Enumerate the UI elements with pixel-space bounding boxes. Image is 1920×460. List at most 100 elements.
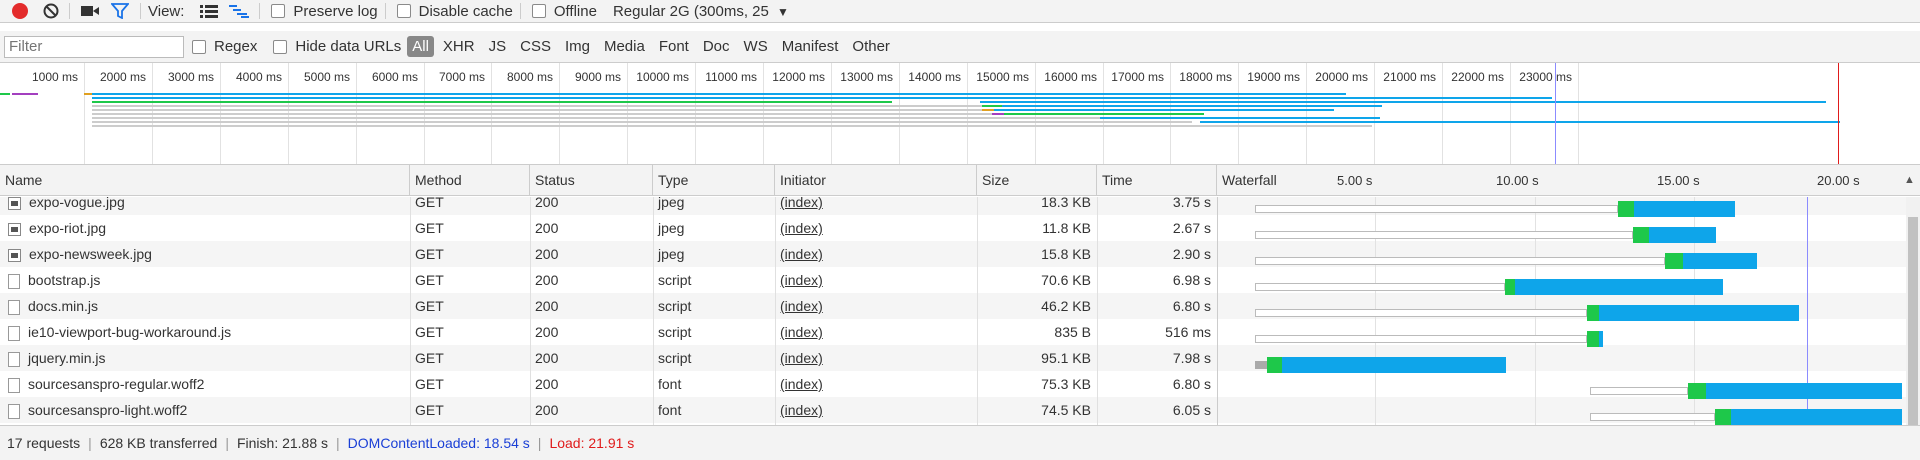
initiator-text[interactable]: (index) (780, 220, 823, 236)
table-row[interactable]: ie10-viewport-bug-workaround.js GET 200 scr… (0, 319, 1906, 345)
record-icon (12, 3, 28, 19)
type-filter-doc[interactable]: Doc (698, 36, 735, 57)
cell-time: 6.05 s (1097, 397, 1217, 423)
type-filter-ws[interactable]: WS (739, 36, 773, 57)
preserve-log-checkbox[interactable]: Preserve log (271, 3, 378, 20)
filter-toggle-button[interactable] (107, 0, 133, 22)
overview-tick-label: 13000 ms (840, 70, 893, 84)
sort-ascending-icon[interactable]: ▲ (1904, 165, 1915, 196)
transferred-size: 628 KB transferred (99, 435, 218, 451)
name-text: bootstrap.js (28, 272, 101, 288)
initiator-text[interactable]: (index) (780, 298, 823, 314)
toolbar-divider (69, 3, 70, 19)
overview-bar (994, 109, 1334, 111)
column-time[interactable]: Time (1097, 165, 1217, 196)
initiator-text[interactable]: (index) (780, 197, 823, 210)
overview-toggle-button[interactable] (226, 0, 252, 22)
initiator-text[interactable]: (index) (780, 272, 823, 288)
filter-input[interactable] (4, 35, 184, 58)
overview-tick-label: 18000 ms (1179, 70, 1232, 84)
capture-screenshots-button[interactable] (77, 0, 103, 22)
cell-type: script (653, 293, 775, 319)
overview-timeline[interactable]: 1000 ms 2000 ms 3000 ms 4000 ms 5000 ms 6000 … (0, 63, 1920, 165)
table-row[interactable]: jquery.min.js GET 200 script (index) 95.1 KB 7… (0, 345, 1906, 371)
scrollbar-thumb[interactable] (1908, 217, 1918, 425)
cell-name[interactable]: bootstrap.js (0, 267, 410, 293)
cell-name[interactable]: expo-riot.jpg (0, 215, 410, 241)
initiator-text[interactable]: (index) (780, 324, 823, 340)
overview-bar (1100, 117, 1380, 119)
waterfall-tick: 10.00 s (1496, 173, 1539, 188)
overview-tick-label: 9000 ms (574, 70, 621, 84)
offline-checkbox[interactable]: Offline (531, 3, 597, 20)
overview-bar (92, 105, 982, 107)
view-label: View: (148, 2, 185, 20)
type-filter-css[interactable]: CSS (515, 36, 556, 57)
checkbox-box[interactable] (531, 4, 546, 18)
overview-bar (84, 93, 92, 95)
cell-initiator[interactable]: (index) (775, 197, 977, 215)
waterfall-download-bar (1599, 331, 1603, 347)
column-method[interactable]: Method (410, 165, 530, 196)
checkbox-box[interactable] (271, 4, 286, 18)
method-text: GET (415, 350, 444, 366)
type-filter-all[interactable]: All (407, 36, 434, 57)
cell-initiator[interactable]: (index) (775, 319, 977, 345)
type-filter-xhr[interactable]: XHR (438, 36, 480, 57)
type-filter-media[interactable]: Media (599, 36, 650, 57)
overview-tick-label: 17000 ms (1111, 70, 1164, 84)
checkbox-box[interactable] (192, 39, 206, 54)
column-status[interactable]: Status (530, 165, 653, 196)
column-initiator[interactable]: Initiator (775, 165, 977, 196)
column-size[interactable]: Size (977, 165, 1097, 196)
column-waterfall[interactable]: Waterfall 5.00 s 10.00 s 15.00 s 20.00 s… (1217, 165, 1920, 196)
cell-name[interactable]: sourcesanspro-regular.woff2 (0, 371, 410, 397)
cell-name[interactable]: expo-vogue.jpg (0, 197, 410, 215)
disable-cache-checkbox[interactable]: Disable cache (396, 3, 513, 20)
file-icon (8, 299, 20, 315)
type-text: jpeg (658, 220, 685, 236)
regex-checkbox[interactable]: Regex (192, 38, 257, 55)
cell-initiator[interactable]: (index) (775, 371, 977, 397)
large-rows-button[interactable] (198, 0, 220, 22)
cell-name[interactable]: docs.min.js (0, 293, 410, 319)
column-name[interactable]: Name (0, 165, 410, 196)
initiator-text[interactable]: (index) (780, 246, 823, 262)
vertical-scrollbar[interactable] (1906, 197, 1920, 425)
cell-size: 95.1 KB (977, 345, 1097, 371)
initiator-text[interactable]: (index) (780, 350, 823, 366)
cell-initiator[interactable]: (index) (775, 241, 977, 267)
checkbox-box[interactable] (396, 4, 411, 18)
overview-tick-label: 1000 ms (31, 70, 78, 84)
type-filter-manifest[interactable]: Manifest (777, 36, 844, 57)
type-filter-font[interactable]: Font (654, 36, 694, 57)
overview-bar (980, 101, 1826, 103)
finish-time: Finish: 21.88 s (236, 435, 329, 451)
clear-button[interactable] (40, 0, 62, 22)
cell-name[interactable]: expo-newsweek.jpg (0, 241, 410, 267)
cell-name[interactable]: jquery.min.js (0, 345, 410, 371)
cell-initiator[interactable]: (index) (775, 293, 977, 319)
checkbox-box[interactable] (273, 39, 288, 54)
record-button[interactable] (0, 0, 40, 22)
cell-initiator[interactable]: (index) (775, 397, 977, 423)
column-type[interactable]: Type (653, 165, 775, 196)
initiator-text[interactable]: (index) (780, 376, 823, 392)
cell-initiator[interactable]: (index) (775, 267, 977, 293)
status-text: 200 (535, 272, 559, 288)
cell-time: 3.75 s (1097, 197, 1217, 215)
type-filter-other[interactable]: Other (847, 36, 895, 57)
initiator-text[interactable]: (index) (780, 402, 823, 418)
cell-initiator[interactable]: (index) (775, 345, 977, 371)
cell-name[interactable]: sourcesanspro-light.woff2 (0, 397, 410, 423)
column-divider (1097, 197, 1098, 425)
overview-bar (92, 125, 1372, 127)
type-filter-img[interactable]: Img (560, 36, 595, 57)
waterfall-ttfb-bar (1267, 357, 1282, 373)
cell-name[interactable]: ie10-viewport-bug-workaround.js (0, 319, 410, 345)
cell-initiator[interactable]: (index) (775, 215, 977, 241)
hide-data-urls-checkbox[interactable]: Hide data URLs (273, 38, 401, 55)
throttle-select[interactable]: Regular 2G (300ms, 25 ▼ (613, 3, 789, 20)
type-filter-js[interactable]: JS (484, 36, 512, 57)
resource-type-filters: All XHR JS CSS Img Media Font Doc WS Man… (407, 36, 895, 57)
